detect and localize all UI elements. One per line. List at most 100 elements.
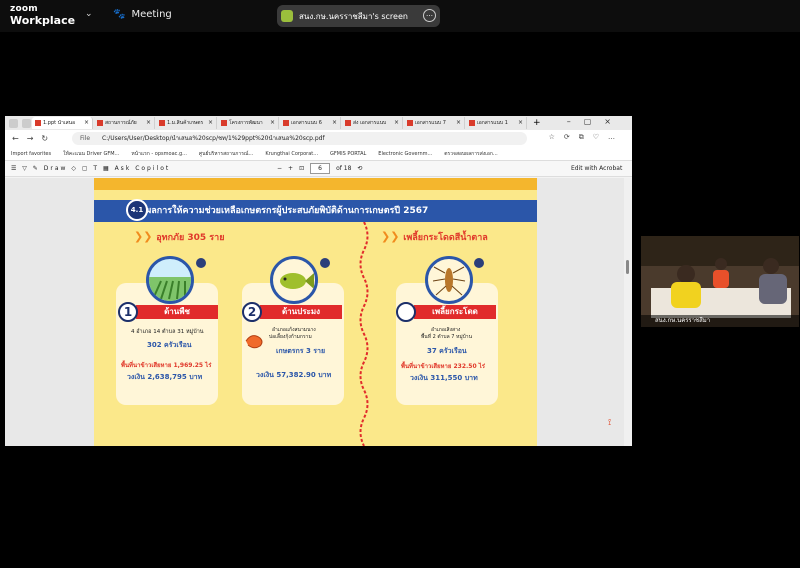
meeting-button[interactable]: 🐾 Meeting <box>113 9 172 20</box>
close-icon[interactable]: × <box>332 119 337 126</box>
card-number-2: 2 <box>242 302 262 322</box>
page-count: of 18 <box>336 165 352 172</box>
pdf-tools-left[interactable]: ☰ ▽ ✎ Draw ◇ ▢ T ▦ Ask Copilot <box>11 165 170 172</box>
browser-action-icons[interactable]: ☆⟳⧉♡… <box>549 133 624 142</box>
card-planthopper-households: 37 ครัวเรือน <box>427 347 467 355</box>
window-controls[interactable]: –▢× <box>567 117 624 126</box>
favorite-item[interactable]: ศูนย์บริหารสถานการณ์... <box>199 150 253 158</box>
tab-7[interactable]: เอกสารแนบ 7 × <box>404 117 465 129</box>
url-text: C:/Users/User/Desktop/นำเสนอ%20scp/ชท/1%… <box>101 135 325 142</box>
decor-dot <box>320 258 330 268</box>
planthopper-image <box>425 256 473 304</box>
double-chevron-icon: ❯❯ <box>134 230 157 243</box>
pdf-icon <box>283 120 289 126</box>
pdf-icon <box>35 120 41 126</box>
tab-5[interactable]: เอกสารแนบ 6 × <box>280 117 341 129</box>
screen-share-indicator[interactable]: สนง.กษ.นครราชสีมา's screen … <box>277 5 440 27</box>
card-planthopper-area: พื้นที่นาข้าวเสียหาย 232.50 ไร่ <box>401 363 485 370</box>
pdf-viewer[interactable]: ผลการให้ความช่วยเหลือเกษตรกรผู้ประสบภัยพ… <box>5 178 632 446</box>
tab-2[interactable]: สถานการณ์ภัย × <box>94 117 155 129</box>
card-planthopper-title: เพลี้ยกระโดด <box>414 305 496 319</box>
tab-4[interactable]: โครงการพัฒนา × <box>218 117 279 129</box>
flood-heading: ❯❯ อุทกภัย 305 ราย <box>134 230 225 243</box>
favorite-item[interactable]: Import favorites <box>11 151 51 157</box>
close-icon[interactable]: × <box>394 119 399 126</box>
card-crops-budget: วงเงิน 2,638,795 บาท <box>127 373 203 381</box>
card-planthopper-area-units: พื้นที่ 2 ตำบล 7 หมู่บ้าน <box>421 334 473 340</box>
rotate-icon[interactable]: ⟲ <box>357 165 362 172</box>
tab-8[interactable]: เอกสารแนบ 1 × <box>466 117 527 129</box>
favorite-item[interactable]: GFMIS PORTAL <box>330 151 366 157</box>
new-tab-icon[interactable]: + <box>533 118 541 128</box>
favorite-item[interactable]: ให้คะแนน Driver GFM... <box>63 150 119 158</box>
fish-image <box>270 256 318 304</box>
pdf-icon <box>159 120 165 126</box>
card-crops-location: 4 อำเภอ 14 ตำบล 31 หมู่บ้าน <box>131 329 204 335</box>
card-fisheries-farmers: เกษตรกร 3 ราย <box>276 347 326 355</box>
card-fisheries-title: ด้านประมง <box>260 305 342 319</box>
zoom-workplace-logo: zoom Workplace <box>10 4 76 27</box>
shared-browser-window: 1.ppt นำเสนอ × สถานการณ์ภัย × 1.ม.สินค้าเก… <box>5 116 632 446</box>
close-icon[interactable]: × <box>208 119 213 126</box>
favorite-item[interactable]: Krungthai Corporat... <box>265 151 318 157</box>
paw-icon: 🐾 <box>113 9 126 20</box>
chevron-down-icon[interactable]: ⌄ <box>85 9 93 19</box>
pdf-icon <box>407 120 413 126</box>
card-fisheries-budget: วงเงิน 57,382.90 บาท <box>256 371 332 379</box>
tab-strip: 1.ppt นำเสนอ × สถานการณ์ภัย × 1.ม.สินค้าเก… <box>5 116 632 130</box>
tab-6[interactable]: ส่ง เอกสารแนบ × <box>342 117 403 129</box>
favorite-item[interactable]: หน้าแรก - opsmoac.g... <box>131 150 187 158</box>
section-badge: 4.1 <box>126 199 148 221</box>
pdf-icon <box>469 120 475 126</box>
pdf-icon <box>97 120 103 126</box>
participant-name: สนง.กษ.นครราชสีมา <box>641 315 799 327</box>
zoom-in-icon[interactable]: + <box>288 165 293 172</box>
pdf-icon <box>221 120 227 126</box>
pdf-toolbar: ☰ ▽ ✎ Draw ◇ ▢ T ▦ Ask Copilot − + ⊡ 6 o… <box>5 161 632 177</box>
wavy-divider <box>359 222 369 446</box>
decor-dot <box>474 258 484 268</box>
tab-actions-icon[interactable] <box>22 118 31 128</box>
favorite-item[interactable]: Electronic Governm... <box>378 151 432 157</box>
pdf-slide-page: ผลการให้ความช่วยเหลือเกษตรกรผู้ประสบภัยพ… <box>94 178 537 446</box>
sharer-avatar <box>281 10 293 22</box>
card-crops-title: ด้านพืช <box>136 305 218 319</box>
favorite-item[interactable]: ตรวจสอบผลการส่งเอก... <box>444 150 497 158</box>
tab-1[interactable]: 1.ppt นำเสนอ × <box>32 117 93 129</box>
zoom-top-bar: zoom Workplace ⌄ 🐾 Meeting สนง.กษ.นครราช… <box>0 0 800 32</box>
favorites-bar: Import favorites ให้คะแนน Driver GFM... … <box>5 147 632 161</box>
card-number-1: 1 <box>118 302 138 322</box>
card-fisheries-pond: บ่อเลี้ยงกุ้งก้ามกราม <box>269 334 312 340</box>
close-icon[interactable]: × <box>84 119 89 126</box>
zoom-out-icon[interactable]: − <box>277 165 282 172</box>
slide-title: ผลการให้ความช่วยเหลือเกษตรกรผู้ประสบภัยพ… <box>94 200 537 222</box>
shrimp-image <box>244 332 266 350</box>
pest-heading: ❯❯ เพลี้ยกระโดดสีน้ำตาล <box>381 230 488 243</box>
vertical-scrollbar[interactable] <box>624 178 632 446</box>
scrollbar-thumb[interactable] <box>626 260 629 274</box>
page-number-input[interactable]: 6 <box>310 163 331 174</box>
more-options-icon[interactable]: … <box>423 9 436 22</box>
card-crops-area: พื้นที่นาข้าวเสียหาย 1,969.25 ไร่ <box>121 362 212 369</box>
close-icon[interactable]: × <box>456 119 461 126</box>
card-planthopper-budget: วงเงิน 311,550 บาท <box>410 374 478 382</box>
close-icon[interactable]: × <box>270 119 275 126</box>
edit-with-acrobat-button[interactable]: Edit with Acrobat <box>571 165 622 172</box>
acrobat-icon[interactable]: ⟟ <box>608 418 611 428</box>
workspace-icon[interactable] <box>9 118 18 128</box>
close-icon[interactable]: × <box>146 119 151 126</box>
participant-video-tile[interactable]: สนง.กษ.นครราชสีมา <box>641 236 799 327</box>
address-input[interactable]: File C:/Users/User/Desktop/นำเสนอ%20scp/… <box>72 132 527 145</box>
card-crops-households: 302 ครัวเรือน <box>147 341 192 349</box>
participants-video-frame <box>641 236 799 327</box>
card-number-3 <box>396 302 416 322</box>
rice-field-image <box>146 256 194 304</box>
close-icon[interactable]: × <box>518 119 523 126</box>
slide-top-strip <box>94 178 537 190</box>
tab-3[interactable]: 1.ม.สินค้าเกษตร × <box>156 117 217 129</box>
double-chevron-icon: ❯❯ <box>381 230 404 243</box>
address-bar-row: ←→↻ File C:/Users/User/Desktop/นำเสนอ%20… <box>5 130 632 147</box>
fit-page-icon[interactable]: ⊡ <box>299 165 304 172</box>
back-forward-refresh-icons[interactable]: ←→↻ <box>12 134 56 143</box>
pdf-icon <box>345 120 351 126</box>
